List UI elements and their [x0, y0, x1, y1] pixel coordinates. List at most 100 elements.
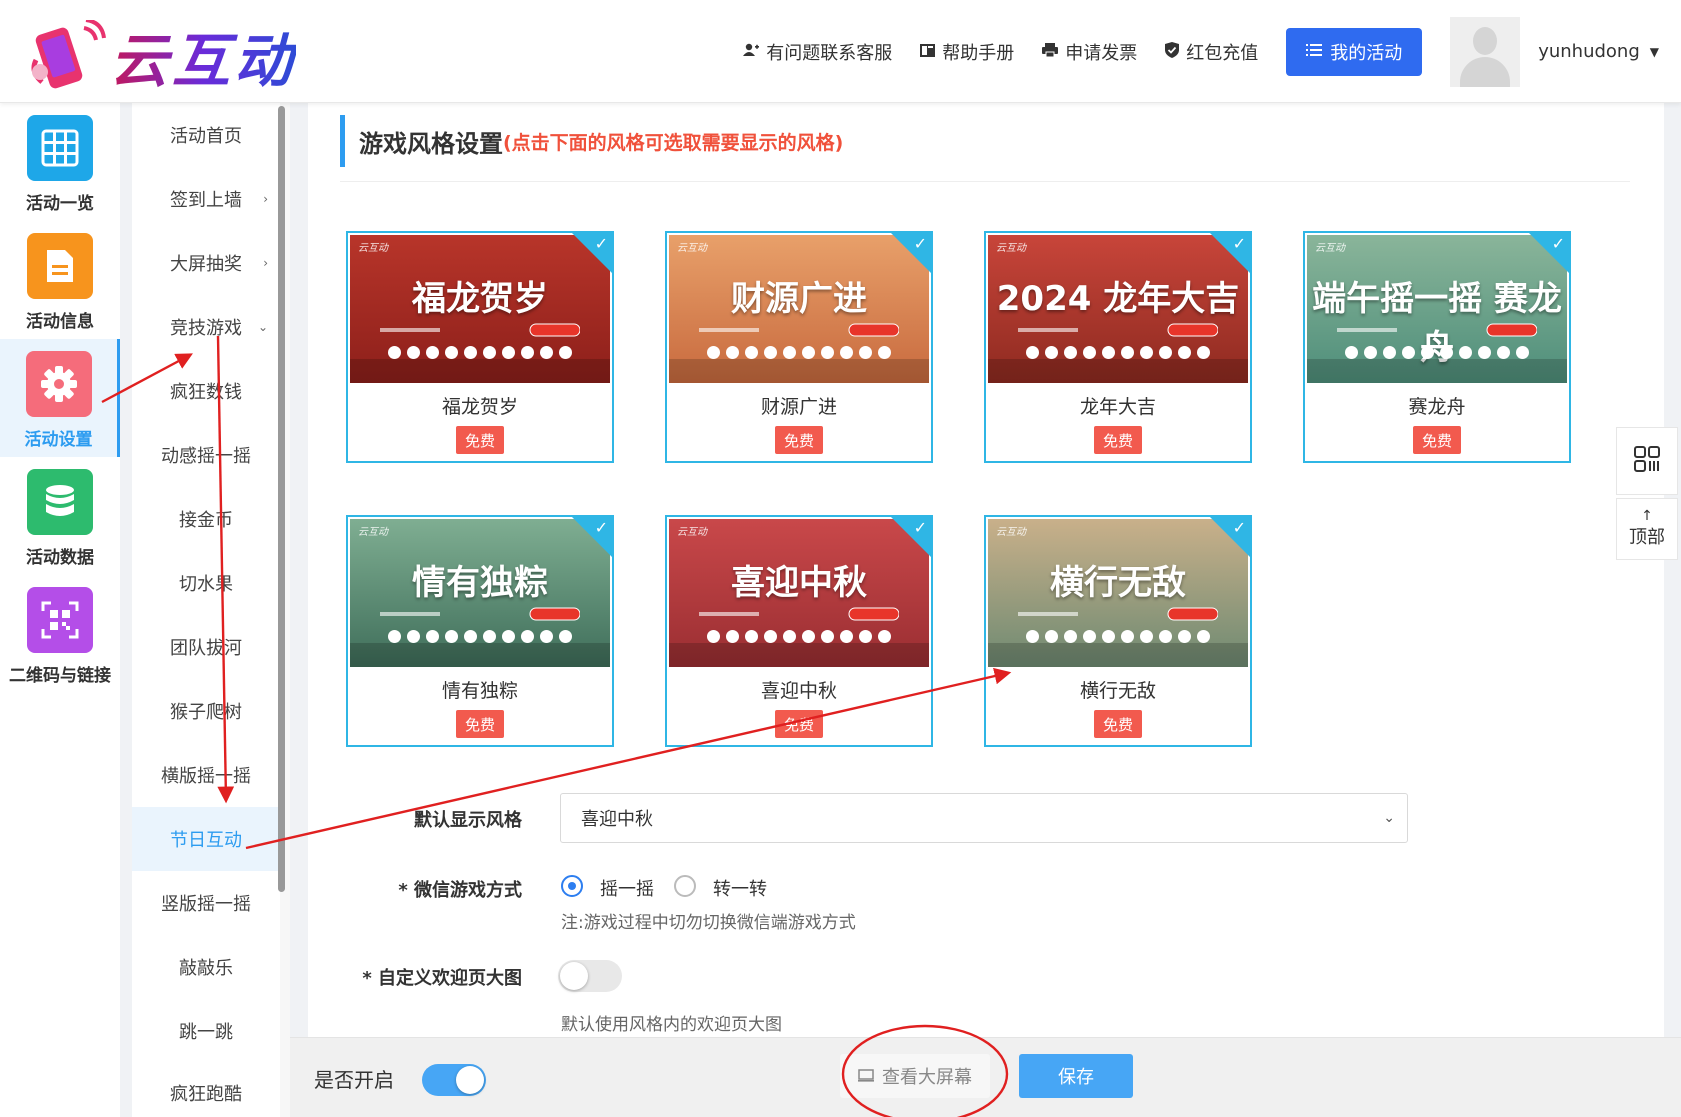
thumb-status-bar [699, 323, 899, 337]
style-thumbnail: 云互动 福龙贺岁 [350, 235, 610, 383]
thumb-brand: 云互动 [677, 243, 707, 254]
subnav-festival-interaction[interactable]: 节日互动 [132, 807, 280, 871]
subnav-item[interactable]: 猴子爬树 [132, 679, 280, 743]
sidebar-item-activity-data[interactable]: 活动数据 [0, 457, 120, 575]
thumb-status-bar [1018, 323, 1218, 337]
subnav-signin-wall[interactable]: 签到上墙 › [132, 167, 280, 231]
subnav-item[interactable]: 接金币 [132, 487, 280, 551]
thumb-ground [1307, 359, 1567, 383]
section-title-text: 游戏风格设置 [359, 129, 503, 158]
subnav-item[interactable]: 疯狂跑酷 [132, 1061, 280, 1117]
nav-label: 帮助手册 [942, 42, 1015, 64]
style-thumbnail: 云互动 端午摇一摇 赛龙舟 [1307, 235, 1567, 383]
divider [340, 181, 1630, 182]
thumb-status-bar [1337, 323, 1537, 337]
sidebar-item-activity-info[interactable]: 活动信息 [0, 221, 120, 339]
subnav-label: 团队拔河 [170, 638, 242, 659]
save-button[interactable]: 保存 [1019, 1054, 1133, 1098]
style-card[interactable]: 云互动 财源广进 ✓ 财源广进 免费 [665, 231, 933, 463]
subnav-item[interactable]: 敲敲乐 [132, 935, 280, 999]
subnav-scrollbar[interactable] [278, 106, 285, 892]
select-value: 喜迎中秋 [581, 809, 653, 830]
free-badge: 免费 [1094, 710, 1142, 738]
style-card[interactable]: 云互动 福龙贺岁 ✓ 福龙贺岁 免费 [346, 231, 614, 463]
nav-contact-support[interactable]: 有问题联系客服 [743, 39, 892, 65]
enable-toggle[interactable] [422, 1064, 486, 1096]
subnav-label: 猴子爬树 [170, 702, 242, 723]
check-icon: ✓ [594, 518, 608, 537]
radio-shake[interactable] [561, 875, 583, 897]
gear-icon [25, 351, 92, 417]
style-name: 横行无敌 [1079, 680, 1156, 702]
float-qrcode[interactable] [1616, 427, 1678, 495]
section-hint: (点击下面的风格可选取需要显示的风格) [503, 131, 844, 154]
sidebar-item-activity-settings[interactable]: 活动设置 [0, 339, 120, 457]
logo-text: 云互动 [110, 14, 296, 98]
style-card[interactable]: 云互动 情有独粽 ✓ 情有独粽 免费 [346, 515, 614, 747]
subnav-label: 竖版摇一摇 [161, 894, 251, 915]
subnav-label: 签到上墙 [170, 190, 242, 211]
qrcode-icon [1633, 445, 1661, 477]
nav-redpacket-recharge[interactable]: 红包充值 [1165, 39, 1258, 65]
subnav-item[interactable]: 疯狂数钱 [132, 359, 280, 423]
sidebar-item-qrcode-links[interactable]: 二维码与链接 [0, 575, 120, 693]
style-name: 财源广进 [760, 396, 837, 418]
custom-welcome-label: * 自定义欢迎页大图 [362, 968, 522, 989]
subnav-item[interactable]: 切水果 [132, 551, 280, 615]
subnav-label: 切水果 [179, 574, 233, 595]
style-card[interactable]: 云互动 喜迎中秋 ✓ 喜迎中秋 免费 [665, 515, 933, 747]
free-badge: 免费 [775, 426, 823, 454]
thumb-brand: 云互动 [996, 243, 1026, 254]
view-big-screen-button[interactable]: 查看大屏幕 [840, 1054, 990, 1098]
thumb-status-bar [699, 607, 899, 621]
monitor-icon [858, 1066, 874, 1087]
chevron-right-icon: › [263, 192, 268, 206]
float-back-to-top[interactable]: ↑ 顶部 [1616, 498, 1678, 560]
sidebar-item-label: 活动设置 [24, 430, 93, 450]
book-icon [920, 42, 936, 61]
toggle-knob [560, 962, 588, 990]
thumb-status-bar [1018, 607, 1218, 621]
avatar[interactable] [1450, 16, 1521, 87]
thumb-art-text: 2024 龙年大吉 [996, 279, 1240, 319]
thumb-ground [988, 359, 1248, 383]
style-thumbnail: 云互动 情有独粽 [350, 519, 610, 667]
nav-apply-invoice[interactable]: 申请发票 [1042, 39, 1137, 65]
section-title: 游戏风格设置 (点击下面的风格可选取需要显示的风格) [340, 115, 843, 167]
logo[interactable]: 云互动 [28, 14, 296, 98]
subnav-item[interactable]: 横版摇一摇 [132, 743, 280, 807]
subnav-label: 疯狂数钱 [170, 382, 242, 403]
user-menu[interactable]: yunhudong ▼ [1538, 41, 1659, 62]
phone-logo-icon [28, 18, 106, 92]
nav-label: 申请发票 [1065, 42, 1138, 64]
check-icon: ✓ [913, 518, 927, 537]
style-card[interactable]: 云互动 端午摇一摇 赛龙舟 ✓ 赛龙舟 免费 [1303, 231, 1571, 463]
subnav-big-screen-lottery[interactable]: 大屏抽奖 › [132, 231, 280, 295]
subnav-item[interactable]: 跳一跳 [132, 999, 280, 1063]
top-header: 云互动 有问题联系客服 帮助手册 申请发票 红包充值 我的活动 yunhudon… [0, 0, 1681, 103]
subnav-item[interactable]: 动感摇一摇 [132, 423, 280, 487]
my-activity-button[interactable]: 我的活动 [1286, 27, 1423, 76]
list-icon [1306, 41, 1323, 62]
custom-welcome-toggle[interactable] [558, 960, 622, 992]
radio-spin[interactable] [674, 875, 696, 897]
free-badge: 免费 [1413, 426, 1461, 454]
style-card[interactable]: 云互动 横行无敌 ✓ 横行无敌 免费 [984, 515, 1252, 747]
style-thumbnail: 云互动 2024 龙年大吉 [988, 235, 1248, 383]
style-card[interactable]: 云互动 2024 龙年大吉 ✓ 龙年大吉 免费 [984, 231, 1252, 463]
avatar-body [1460, 56, 1511, 87]
chevron-right-icon: › [263, 256, 268, 270]
subnav-item[interactable]: 团队拔河 [132, 615, 280, 679]
style-name: 赛龙舟 [1408, 396, 1466, 418]
game-mode-label: * 微信游戏方式 [398, 880, 522, 901]
subnav-label: 跳一跳 [179, 1022, 233, 1043]
thumb-player-dots [707, 630, 891, 644]
default-style-select[interactable]: 喜迎中秋 ⌄ [560, 793, 1408, 843]
subnav-item[interactable]: 竖版摇一摇 [132, 871, 280, 935]
subnav-activity-home[interactable]: 活动首页 [132, 103, 280, 167]
subnav-competitive-games[interactable]: 竞技游戏 ⌄ [132, 295, 280, 359]
chevron-down-icon: ⌄ [1383, 810, 1395, 826]
sidebar-item-activity-list[interactable]: 活动一览 [0, 103, 120, 221]
nav-help-manual[interactable]: 帮助手册 [920, 39, 1014, 65]
thumb-ground [669, 359, 929, 383]
